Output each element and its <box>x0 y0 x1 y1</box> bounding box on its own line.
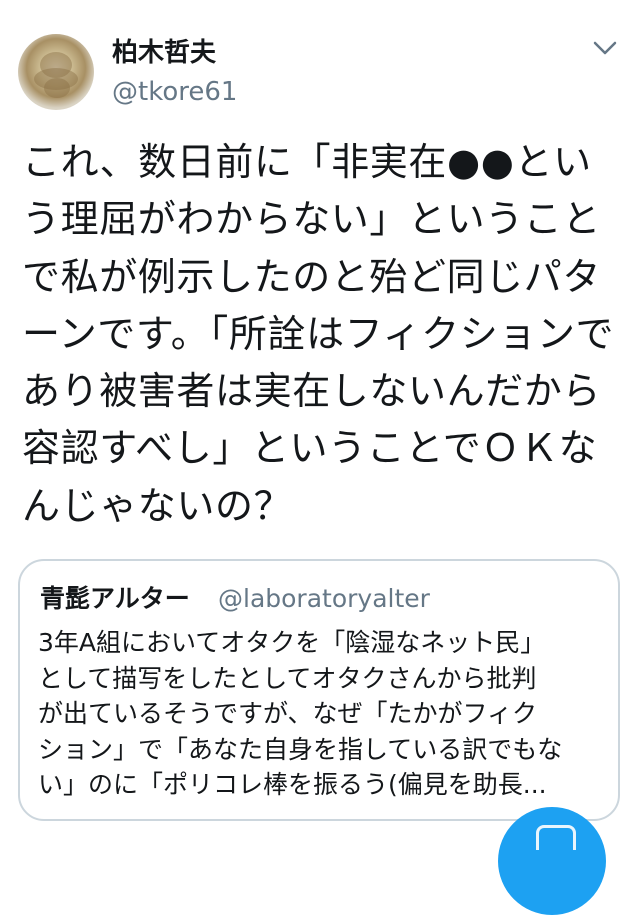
quoted-author-handle: @laboratoryalter <box>218 584 430 613</box>
quoted-author-name: 青髭アルター <box>40 584 190 613</box>
compose-tweet-button[interactable] <box>498 807 606 915</box>
compose-tweet-icon <box>536 825 576 850</box>
tweet-avatar[interactable] <box>18 34 94 110</box>
tweet-text: これ、数日前に「非実在●●という理屈がわからない」ということで私が例示したのと殆… <box>22 140 615 528</box>
quoted-tweet-card[interactable]: 青髭アルター @laboratoryalter 3年A組においてオタクを「陰湿な… <box>18 559 620 821</box>
quoted-tweet-text: 3年A組においてオタクを「陰湿なネット民」 として描写をしたとしてオタクさんから… <box>38 628 563 799</box>
author-display-name[interactable]: 柏木哲夫 <box>112 36 216 70</box>
author-handle[interactable]: @tkore61 <box>112 76 237 108</box>
chevron-down-icon[interactable] <box>592 38 618 58</box>
